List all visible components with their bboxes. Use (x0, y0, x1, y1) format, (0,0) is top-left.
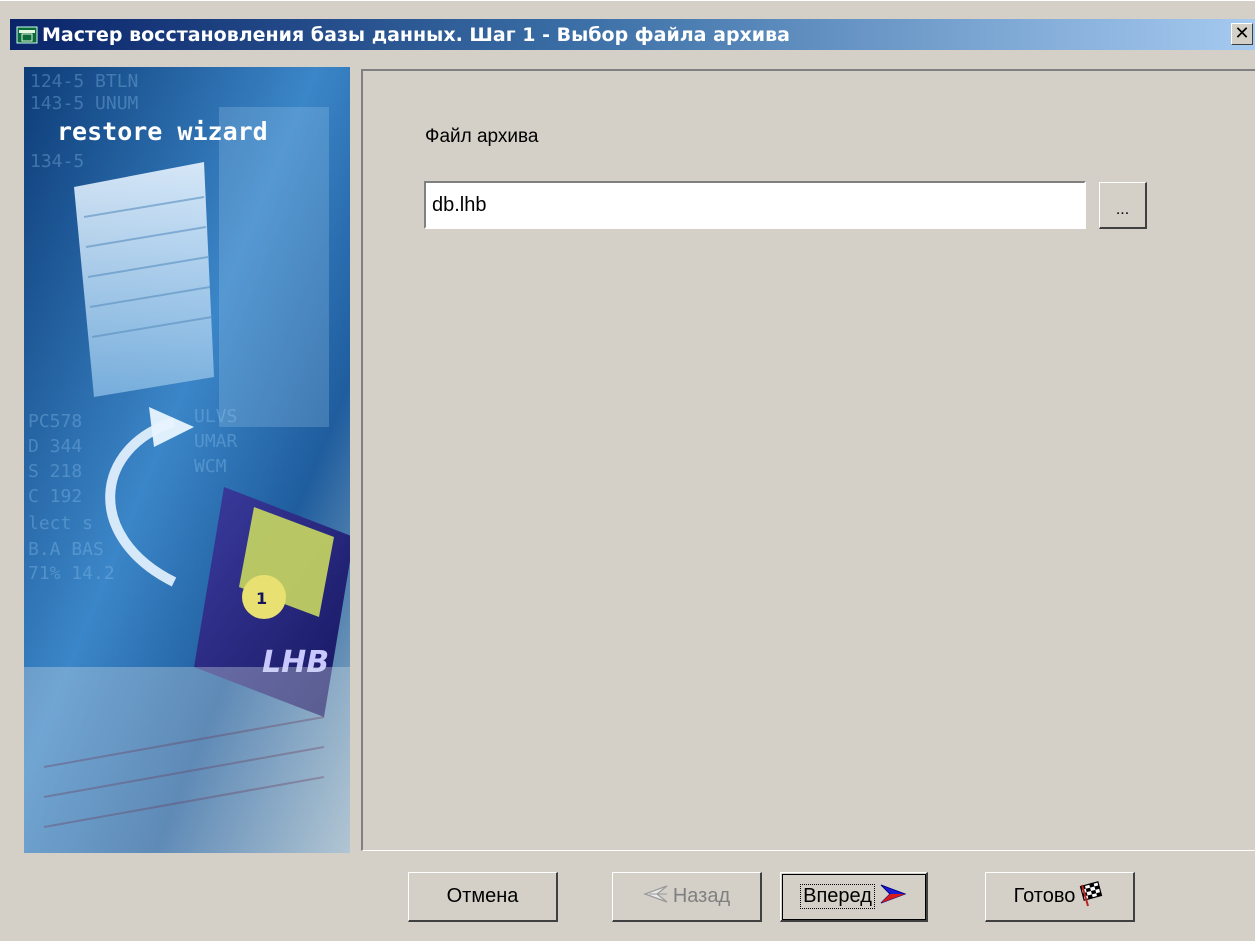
cancel-label: Отмена (446, 885, 519, 907)
svg-text:UMAR: UMAR (194, 431, 238, 452)
back-arrow-icon (643, 884, 669, 910)
title-bar[interactable]: Мастер восстановления базы данных. Шаг 1… (10, 19, 1255, 50)
cancel-button[interactable]: Отмена (408, 872, 558, 922)
finish-button[interactable]: Готово (985, 872, 1135, 922)
back-button[interactable]: Назад (612, 872, 762, 922)
svg-text:lect s: lect s (28, 513, 93, 534)
browse-button[interactable]: ... (1099, 182, 1147, 229)
close-icon: ✕ (1234, 23, 1250, 44)
svg-text:134-5: 134-5 (30, 151, 84, 172)
close-button[interactable]: ✕ (1231, 23, 1253, 45)
svg-text:D 344: D 344 (28, 436, 82, 457)
window-title: Мастер восстановления базы данных. Шаг 1… (42, 23, 790, 46)
archive-file-input[interactable] (424, 181, 1086, 229)
svg-text:WCM: WCM (194, 456, 227, 477)
restore-wizard-heading: restore wizard (57, 117, 268, 146)
next-button[interactable]: Вперед (780, 872, 928, 922)
back-label: Назад (672, 885, 731, 907)
finish-label: Готово (1013, 885, 1076, 907)
svg-text:B.A BAS: B.A BAS (28, 539, 104, 560)
browse-label: ... (1115, 201, 1130, 218)
restore-wizard-window: Мастер восстановления базы данных. Шаг 1… (0, 0, 1255, 941)
svg-text:124-5 BTLN: 124-5 BTLN (30, 71, 138, 92)
wizard-side-image: 124-5 BTLN 143-5 UNUM 134-5 PC578 D 344 … (24, 67, 350, 853)
svg-text:71% 14.2: 71% 14.2 (28, 563, 115, 584)
archive-file-label: Файл архива (425, 126, 539, 147)
next-arrow-icon (879, 883, 907, 911)
app-icon (16, 24, 38, 46)
finish-flag-icon (1079, 880, 1105, 913)
svg-text:143-5 UNUM: 143-5 UNUM (30, 93, 139, 114)
svg-text:C 192: C 192 (28, 486, 82, 507)
next-label: Вперед (800, 884, 875, 909)
svg-text:PC578: PC578 (28, 411, 82, 432)
svg-text:S 218: S 218 (28, 461, 82, 482)
disk-number: 1 (256, 589, 267, 608)
